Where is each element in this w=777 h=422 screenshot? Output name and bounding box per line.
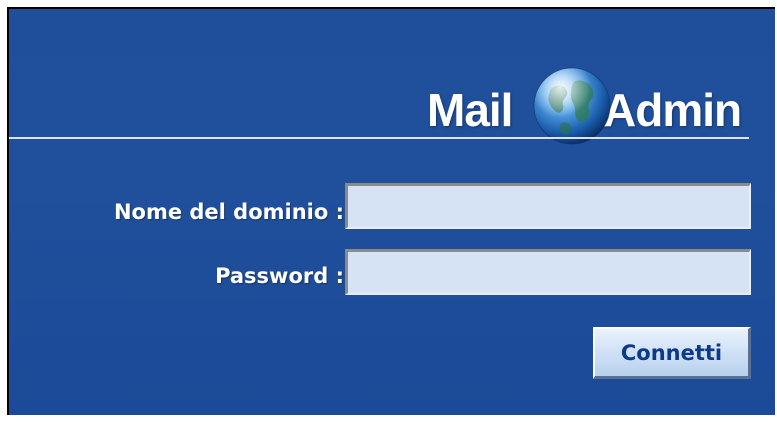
domain-input[interactable] (345, 183, 751, 229)
domain-label: Nome del dominio : (113, 200, 344, 224)
login-panel: Mail Admin Nome del dominio: Password:… (9, 9, 775, 415)
connect-button[interactable]: Connetti (593, 327, 751, 379)
header-divider (9, 137, 749, 139)
logo-text-admin: Admin (603, 84, 742, 136)
mailadmin-logo: Mail Admin (427, 65, 767, 155)
password-input[interactable] (345, 249, 751, 295)
password-label: Password : (215, 264, 344, 288)
globe-icon (533, 67, 611, 145)
logo-text-mail: Mail (427, 84, 513, 136)
